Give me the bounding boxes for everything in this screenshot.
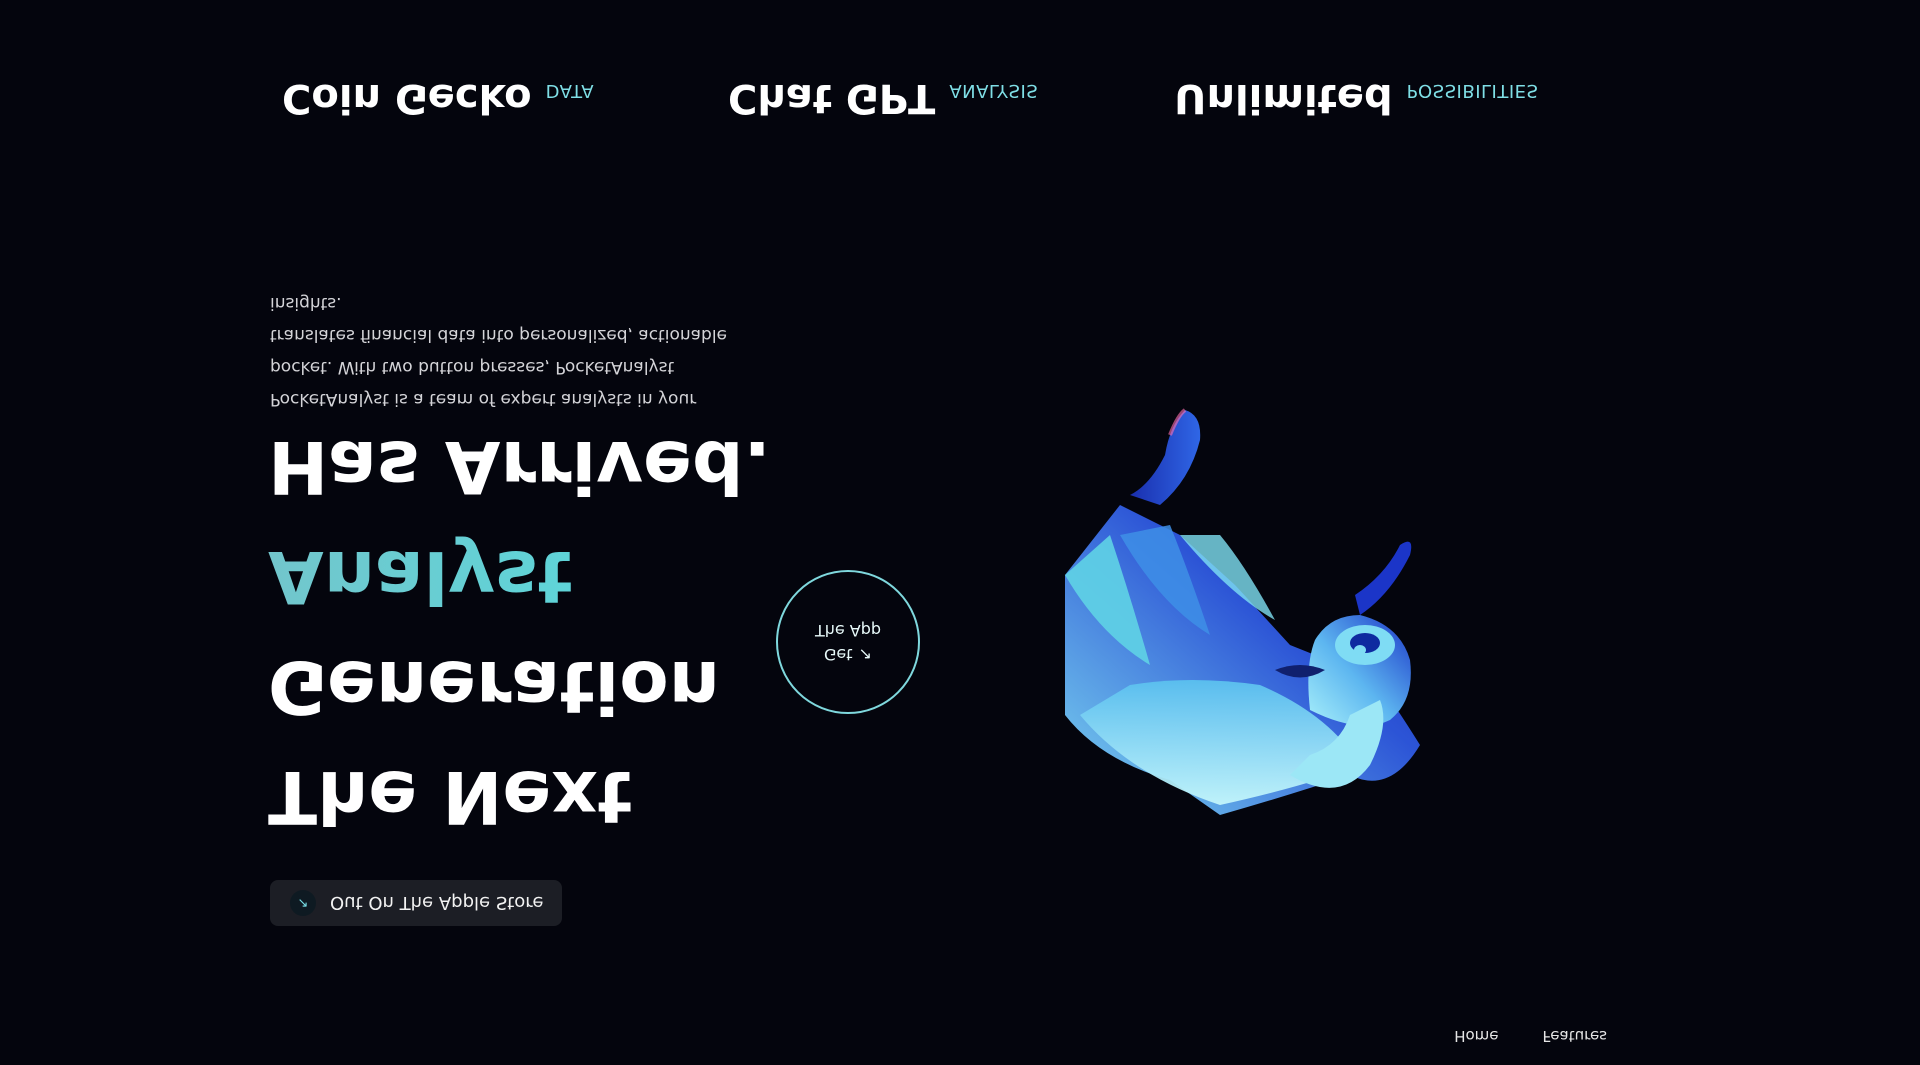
headline-line-3-accent: Analyst [268, 522, 771, 632]
nav-features-link[interactable]: Features [1543, 1027, 1608, 1045]
feature-title: Coin Gecko [282, 75, 532, 121]
landing-page: Home Features ↗ Out On The Apple Store T… [0, 0, 1920, 1065]
arrow-up-right-icon: ↗ [858, 645, 872, 664]
arrow-icon: ↗ [290, 890, 316, 916]
get-line: Get ↗ [824, 642, 872, 666]
feature-tag: POSSIBILITIES [1406, 80, 1539, 101]
get-label: Get [824, 645, 853, 664]
feature-unlimited: Unlimited POSSIBILITIES [1174, 75, 1538, 121]
hero-headline: The Next Generation Analyst Has Arrived. [268, 412, 771, 852]
headline-line-1: The Next [268, 755, 633, 839]
bull-illustration [1065, 408, 1420, 815]
feature-title: Chat GPT [728, 75, 936, 121]
apple-store-label: Out On The Apple Store [330, 892, 544, 914]
top-nav: Home Features [1454, 1027, 1607, 1045]
feature-chat-gpt: Chat GPT ANALYSIS [728, 75, 1174, 121]
feature-title: Unlimited [1174, 75, 1393, 121]
apple-store-button[interactable]: ↗ Out On The Apple Store [270, 880, 562, 926]
hero-description: PocketAnalyst is a team of expert analys… [270, 293, 728, 409]
headline-line-2: Generation [268, 645, 720, 729]
get-the-app-button[interactable]: Get ↗ The App [776, 570, 920, 714]
feature-coin-gecko: Coin Gecko DATA [282, 75, 728, 121]
features-row: Coin Gecko DATA Chat GPT ANALYSIS Unlimi… [282, 75, 1538, 121]
the-app-label: The App [814, 621, 882, 640]
nav-home-link[interactable]: Home [1454, 1027, 1498, 1045]
headline-line-4: Has Arrived. [268, 425, 771, 509]
feature-tag: DATA [545, 80, 595, 101]
feature-tag: ANALYSIS [949, 80, 1039, 101]
